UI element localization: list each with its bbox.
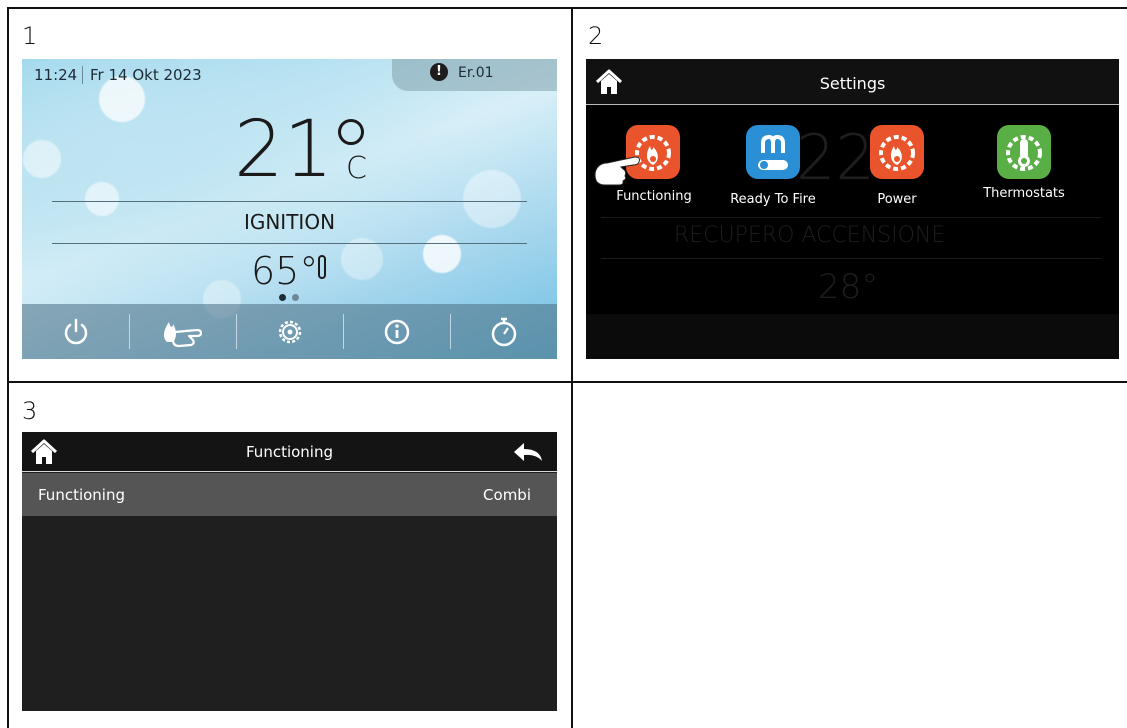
home-screen: 11:24 Fr 14 Okt 2023 ! Er.01 21 C IGNITI… (22, 59, 557, 359)
gear-icon (278, 320, 301, 343)
power-app-label[interactable]: Power (842, 192, 952, 207)
divider-line-top (52, 201, 527, 202)
grid-divider-vertical (571, 7, 573, 728)
clock-separator (82, 66, 83, 84)
ready-to-fire-icon (758, 134, 788, 170)
error-code: Er.01 (458, 65, 494, 81)
background-divider (601, 217, 1101, 218)
background-nav-bar (586, 314, 1119, 359)
power-button[interactable] (22, 304, 129, 359)
page-dot-active[interactable] (279, 294, 286, 301)
degree-symbol (338, 119, 364, 145)
timer-button[interactable] (450, 304, 557, 359)
timer-icon (491, 317, 516, 346)
step-number-1: 1 (22, 22, 38, 50)
background-divider (601, 258, 1101, 259)
fire-gear-icon (879, 135, 915, 171)
status-text: IGNITION (243, 210, 336, 234)
pointing-hand-icon (594, 156, 640, 186)
warning-icon: ! (430, 63, 448, 81)
ready-to-fire-app-label[interactable]: Ready To Fire (718, 192, 828, 207)
grid-border-top (7, 7, 1127, 9)
functioning-app-label[interactable]: Functioning (599, 189, 709, 204)
page-dot-inactive[interactable] (292, 294, 299, 301)
settings-button[interactable] (236, 304, 343, 359)
background-temperature: 22 (796, 121, 875, 194)
info-button[interactable] (343, 304, 450, 359)
header-title: Functioning (246, 443, 333, 461)
settings-header: Settings (586, 59, 1119, 105)
ready-to-fire-app-button[interactable] (746, 125, 800, 179)
fire-hand-icon (163, 321, 202, 347)
header-title: Settings (819, 74, 886, 93)
functioning-screen: Functioning Functioning Combi (22, 432, 557, 711)
functioning-mode-value: Combi (483, 486, 531, 504)
functioning-button[interactable] (129, 304, 236, 359)
info-icon (384, 319, 409, 344)
water-temperature: 65° (251, 249, 319, 293)
step-number-3: 3 (22, 397, 38, 425)
background-status: RECUPERO ACCENSIONE (674, 223, 946, 248)
error-badge[interactable]: ! Er.01 (392, 59, 557, 91)
functioning-header: Functioning (22, 432, 557, 472)
back-arrow-icon[interactable] (512, 441, 544, 463)
temperature-unit: C (346, 151, 367, 186)
thermostats-app-label[interactable]: Thermostats (969, 186, 1079, 201)
functioning-mode-row[interactable]: Functioning Combi (22, 473, 557, 516)
settings-screen: 22 RECUPERO ACCENSIONE 28° Settings Func… (586, 59, 1119, 359)
power-icon (64, 318, 87, 344)
step-number-2: 2 (588, 22, 604, 50)
clock-time: 11:24 (34, 66, 78, 84)
thermometer-icon (318, 255, 326, 279)
thermostats-app-button[interactable] (997, 125, 1051, 179)
background-water-temperature: 28° (818, 267, 879, 307)
divider-line-bottom (52, 243, 527, 244)
functioning-mode-label: Functioning (38, 486, 125, 504)
clock-date: Fr 14 Okt 2023 (90, 66, 202, 84)
grid-border-left (7, 7, 9, 728)
power-app-button[interactable] (870, 125, 924, 179)
room-temperature: 21 (234, 105, 334, 195)
bottom-nav-bar (22, 304, 557, 359)
thermometer-gear-icon (1006, 135, 1042, 171)
grid-divider-horizontal (7, 381, 1127, 383)
